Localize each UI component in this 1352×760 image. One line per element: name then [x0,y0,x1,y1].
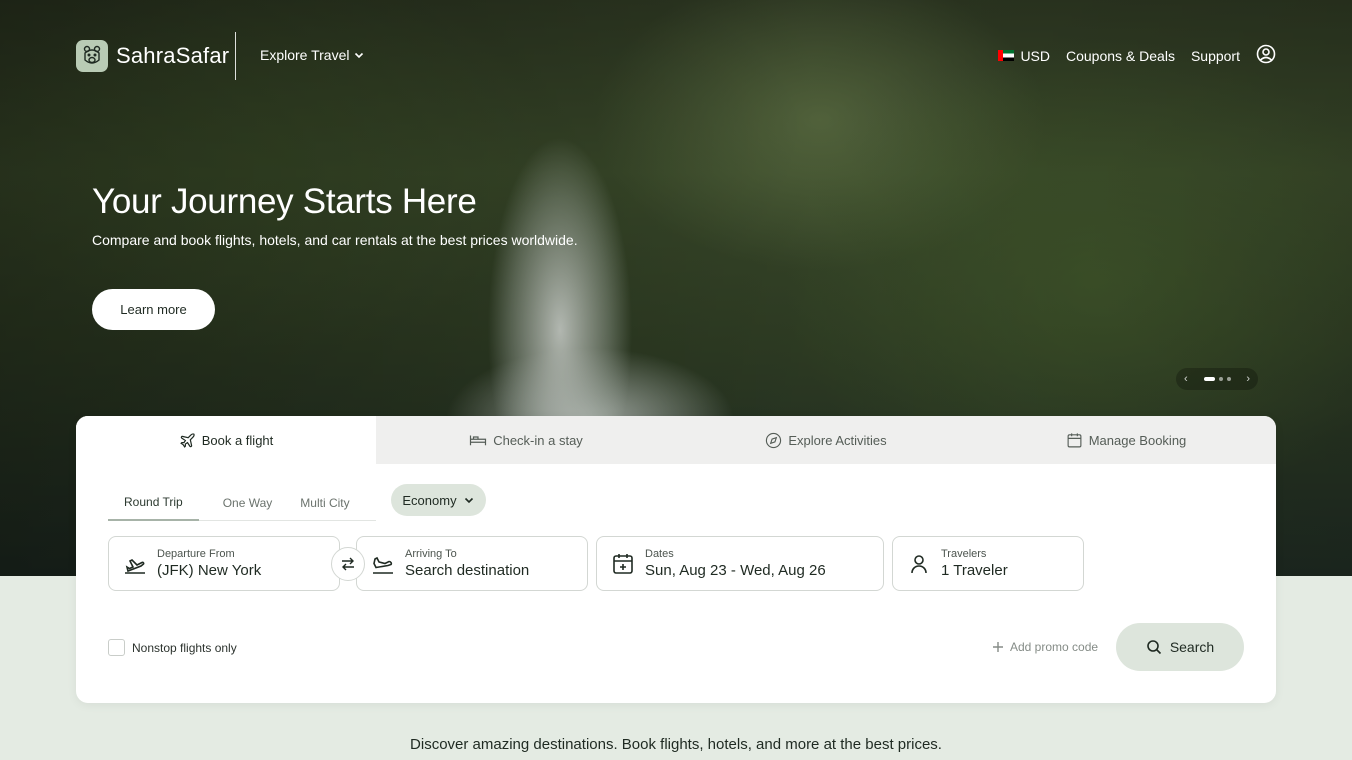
tab-label: Check-in a stay [493,432,583,448]
trip-type-round-trip[interactable]: Round Trip [108,484,199,521]
arrival-field[interactable]: Arriving To Search destination [356,536,588,591]
user-account-icon[interactable] [1256,44,1276,67]
search-button[interactable]: Search [1116,623,1244,671]
top-nav: SahraSafar Explore Travel USD Coupons & … [76,32,1276,80]
departure-value: (JFK) New York [157,562,262,579]
calendar-plus-icon [613,553,633,574]
explore-travel-label: Explore Travel [260,47,350,63]
chevron-down-icon [355,52,364,59]
plus-icon [993,642,1003,652]
nonstop-label: Nonstop flights only [132,640,237,655]
explore-travel-menu[interactable]: Explore Travel [260,47,365,63]
trip-type-one-way[interactable]: One Way [223,484,273,521]
nav-actions: USD Coupons & Deals Support [998,44,1276,67]
camel-logo-icon [76,40,108,72]
booking-tabs: Book a flight Check-in a stay Explore Ac… [76,416,1276,464]
travelers-label: Travelers [941,548,987,560]
dates-label: Dates [645,548,674,560]
carousel-controls: ‹ › [1176,368,1258,390]
trip-type-multi-city[interactable]: Multi City [300,484,349,521]
brand-logo[interactable]: SahraSafar [76,40,229,72]
cabin-class-dropdown[interactable]: Economy [391,484,486,516]
bed-icon [470,435,487,446]
nav-divider [235,32,236,80]
search-label: Search [1169,639,1215,655]
promo-label: Add promo code [1010,640,1099,654]
booking-card: Book a flight Check-in a stay Explore Ac… [76,416,1276,703]
hero-title: Your Journey Starts Here [92,182,477,221]
travelers-field[interactable]: Travelers 1 Traveler [892,536,1084,591]
departure-label: Departure From [157,548,235,560]
nonstop-checkbox[interactable] [108,639,125,656]
arrival-value: Search destination [405,562,530,579]
learn-more-button[interactable]: Learn more [92,289,215,330]
carousel-dots [1203,377,1231,381]
person-icon [911,554,927,573]
departure-field[interactable]: Departure From (JFK) New York [108,536,340,591]
carousel-dot[interactable] [1218,377,1223,381]
carousel-next-icon[interactable]: › [1246,373,1250,385]
chevron-down-icon [464,497,473,504]
carousel-dot[interactable] [1203,377,1215,381]
swap-icon [342,557,354,571]
trip-type-selector: Round Trip One Way Multi City [108,484,376,521]
carousel-prev-icon[interactable]: ‹ [1184,373,1188,385]
landing-icon [373,556,393,574]
takeoff-icon [125,558,145,574]
brand-name: SahraSafar [116,43,230,68]
tab-check-in-stay[interactable]: Check-in a stay [376,416,676,464]
dates-value: Sun, Aug 23 - Wed, Aug 26 [645,562,826,579]
tab-label: Explore Activities [788,432,887,448]
tab-explore-activities[interactable]: Explore Activities [676,416,976,464]
uae-flag-icon [998,50,1015,61]
add-promo-code-button[interactable]: Add promo code [992,640,1098,654]
nonstop-option: Nonstop flights only [108,639,237,656]
support-link[interactable]: Support [1191,48,1240,64]
plane-icon [179,432,195,448]
tab-manage-booking[interactable]: Manage Booking [976,416,1276,464]
search-icon [1147,640,1161,655]
tab-label: Manage Booking [1088,432,1187,448]
calendar-icon [1067,432,1082,447]
hero-subtitle: Compare and book flights, hotels, and ca… [92,232,578,248]
swap-locations-button[interactable] [331,547,365,581]
carousel-dot[interactable] [1226,377,1231,381]
compass-icon [766,432,782,448]
currency-label: USD [1020,47,1050,64]
travelers-value: 1 Traveler [941,562,1008,579]
currency-selector[interactable]: USD [998,48,1050,64]
dates-field[interactable]: Dates Sun, Aug 23 - Wed, Aug 26 [596,536,884,591]
arrival-label: Arriving To [405,548,457,560]
cabin-class-value: Economy [402,492,457,508]
coupons-deals-link[interactable]: Coupons & Deals [1066,48,1175,64]
tab-label: Book a flight [201,432,274,448]
tab-book-flight[interactable]: Book a flight [76,416,376,464]
tagline: Discover amazing destinations. Book flig… [410,736,942,753]
